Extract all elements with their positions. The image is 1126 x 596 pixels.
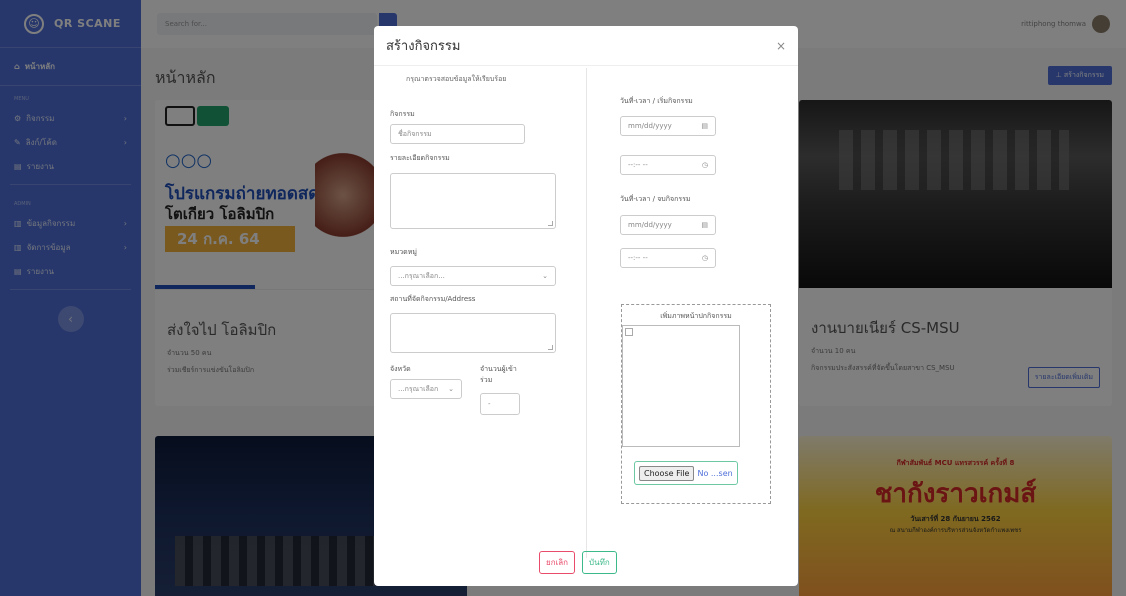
cover-image-caption: เพิ่มภาพหน้าปกกิจกรรม (660, 312, 732, 320)
province-select[interactable]: ...กรุณาเลือก ⌄ (390, 379, 462, 399)
modal-title: สร้างกิจกรรม (386, 39, 461, 54)
cover-image-box: เพิ่มภาพหน้าปกกิจกรรม Choose File No ...… (621, 304, 771, 504)
calendar-icon[interactable]: ▤ (701, 122, 708, 130)
end-time-input[interactable]: --:-- -- ◷ (620, 248, 716, 268)
end-label: วันที่-เวลา / จบกิจกรรม (620, 195, 691, 203)
save-button[interactable]: บันทึก (582, 551, 617, 574)
file-status: No ...sen (697, 468, 733, 478)
create-activity-modal: สร้างกิจกรรม × กรุณาตรวจสอบข้อมูลให้เรีย… (374, 26, 798, 586)
chevron-down-icon: ⌄ (448, 385, 454, 393)
location-label: สถานที่จัดกิจกรรม/Address (390, 295, 476, 303)
chevron-down-icon: ⌄ (542, 272, 548, 280)
form-left-column: กรุณาตรวจสอบข้อมูลให้เรียบร้อย กิจกรรม ช… (390, 74, 586, 415)
start-time-value: --:-- -- (628, 161, 648, 169)
choose-file-button[interactable]: Choose File (639, 465, 695, 481)
participants-label: ร่วม (480, 376, 493, 384)
file-upload[interactable]: Choose File No ...sen (634, 461, 738, 485)
form-note: กรุณาตรวจสอบข้อมูลให้เรียบร้อย (406, 75, 507, 83)
category-select[interactable]: ...กรุณาเลือก... ⌄ (390, 266, 556, 286)
broken-image-icon (625, 328, 633, 336)
modal-header: สร้างกิจกรรม × (374, 26, 798, 66)
cover-image-preview (622, 325, 740, 447)
start-date-input[interactable]: mm/dd/yyyy ▤ (620, 116, 716, 136)
detail-label: รายละเอียดกิจกรรม (390, 154, 450, 162)
start-label: วันที่-เวลา / เริ่มกิจกรรม (620, 97, 693, 105)
location-textarea[interactable] (390, 313, 556, 353)
calendar-icon[interactable]: ▤ (701, 221, 708, 229)
start-time-input[interactable]: --:-- -- ◷ (620, 155, 716, 175)
participants-label: จำนวนผู้เข้า (480, 365, 517, 373)
participants-input[interactable]: - (480, 393, 520, 415)
clock-icon[interactable]: ◷ (702, 161, 708, 169)
end-time-value: --:-- -- (628, 254, 648, 262)
province-value: ...กรุณาเลือก (398, 384, 439, 393)
end-date-input[interactable]: mm/dd/yyyy ▤ (620, 215, 716, 235)
detail-textarea[interactable] (390, 173, 556, 229)
clock-icon[interactable]: ◷ (702, 254, 708, 262)
category-label: หมวดหมู่ (390, 248, 417, 256)
activity-label: กิจกรรม (390, 110, 415, 118)
end-date-value: mm/dd/yyyy (628, 221, 672, 229)
activity-name-input[interactable]: ชื่อกิจกรรม (390, 124, 525, 144)
start-date-value: mm/dd/yyyy (628, 122, 672, 130)
modal-footer: ยกเลิก บันทึก (539, 551, 617, 574)
close-icon[interactable]: × (776, 39, 786, 53)
column-divider (586, 68, 587, 558)
cancel-button[interactable]: ยกเลิก (539, 551, 576, 574)
province-participants-row: จังหวัด ...กรุณาเลือก ⌄ จำนวนผู้เข้า ร่ว… (390, 364, 586, 415)
form-right-column: วันที่-เวลา / เริ่มกิจกรรม mm/dd/yyyy ▤ … (620, 96, 780, 268)
province-group: จังหวัด ...กรุณาเลือก ⌄ (390, 364, 462, 415)
province-label: จังหวัด (390, 365, 411, 373)
participants-group: จำนวนผู้เข้า ร่วม - (480, 364, 520, 415)
category-value: ...กรุณาเลือก... (398, 271, 445, 280)
